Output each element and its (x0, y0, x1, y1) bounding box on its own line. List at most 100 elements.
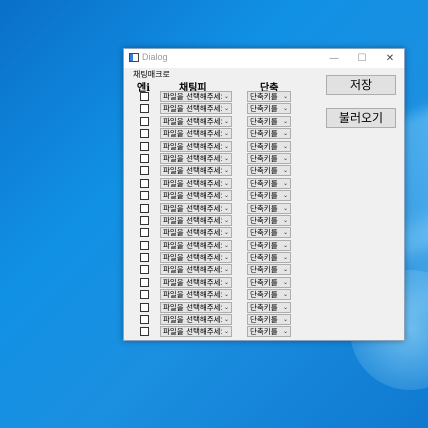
file-select[interactable]: 파일을 선택해주세요 ⌄ (160, 252, 232, 264)
file-select[interactable]: 파일을 선택해주세요 ⌄ (160, 190, 232, 202)
enable-checkbox[interactable] (140, 265, 149, 275)
file-select[interactable]: 파일을 선택해주세요 ⌄ (160, 177, 232, 189)
file-select[interactable]: 파일을 선택해주세요 ⌄ (160, 326, 232, 338)
chevron-down-icon: ⌄ (223, 204, 230, 212)
file-select-value: 파일을 선택해주세요 (163, 315, 222, 325)
file-select-value: 파일을 선택해주세요 (163, 277, 222, 287)
shortcut-select[interactable]: 단축키를 ⌄ (247, 264, 291, 276)
file-select[interactable]: 파일을 선택해주세요 ⌄ (160, 239, 232, 251)
chevron-down-icon: ⌄ (282, 105, 289, 113)
enable-checkbox[interactable] (140, 166, 149, 176)
shortcut-select[interactable]: 단축키를 ⌄ (247, 165, 291, 177)
file-select-value: 파일을 선택해주세요 (163, 178, 222, 188)
chevron-down-icon: ⌄ (282, 278, 289, 286)
shortcut-select-value: 단축키를 (250, 92, 278, 101)
enable-checkbox[interactable] (140, 104, 149, 114)
enable-checkbox[interactable] (140, 302, 149, 312)
enable-checkbox[interactable] (140, 215, 149, 225)
maximize-button[interactable]: ☐ (348, 49, 376, 68)
enable-checkbox[interactable] (140, 153, 149, 163)
load-button[interactable]: 불러오기 (326, 108, 396, 128)
file-select-value: 파일을 선택해주세요 (163, 228, 222, 238)
file-select[interactable]: 파일을 선택해주세요 ⌄ (160, 276, 232, 288)
file-select[interactable]: 파일을 선택해주세요 ⌄ (160, 214, 232, 226)
enable-checkbox[interactable] (140, 178, 149, 188)
shortcut-select[interactable]: 단축키를 ⌄ (247, 276, 291, 288)
shortcut-select[interactable]: 단축키를 ⌄ (247, 314, 291, 326)
file-select-value: 파일을 선택해주세요 (163, 327, 222, 337)
shortcut-select[interactable]: 단축키를 ⌄ (247, 115, 291, 127)
enable-checkbox[interactable] (140, 253, 149, 263)
file-select-value: 파일을 선택해주세요 (163, 290, 222, 300)
file-select-value: 파일을 선택해주세요 (163, 265, 222, 275)
file-select-value: 파일을 선택해주세요 (163, 203, 222, 213)
shortcut-select-value: 단축키를 (250, 178, 278, 188)
title-bar[interactable]: Dialog — ☐ ✕ (124, 49, 404, 68)
enable-checkbox[interactable] (140, 129, 149, 139)
shortcut-select[interactable]: 단축키를 ⌄ (247, 128, 291, 140)
shortcut-select-value: 단축키를 (250, 327, 278, 337)
file-select[interactable]: 파일을 선택해주세요 ⌄ (160, 128, 232, 140)
window-title: Dialog (142, 52, 168, 62)
shortcut-select[interactable]: 단축키를 ⌄ (247, 227, 291, 239)
chevron-down-icon: ⌄ (282, 167, 289, 175)
shortcut-select[interactable]: 단축키를 ⌄ (247, 91, 291, 102)
shortcut-select[interactable]: 단축키를 ⌄ (247, 252, 291, 264)
shortcut-select[interactable]: 단축키를 ⌄ (247, 289, 291, 301)
file-select[interactable]: 파일을 선택해주세요 ⌄ (160, 264, 232, 276)
file-select[interactable]: 파일을 선택해주세요 ⌄ (160, 103, 232, 115)
chevron-down-icon: ⌄ (223, 167, 230, 175)
file-select[interactable]: 파일을 선택해주세요 ⌄ (160, 227, 232, 239)
shortcut-select[interactable]: 단축키를 ⌄ (247, 326, 291, 338)
shortcut-select-value: 단축키를 (250, 240, 278, 250)
file-select[interactable]: 파일을 선택해주세요 ⌄ (160, 202, 232, 214)
enable-checkbox[interactable] (140, 290, 149, 300)
chevron-down-icon: ⌄ (282, 229, 289, 237)
shortcut-select-value: 단축키를 (250, 277, 278, 287)
chevron-down-icon: ⌄ (282, 179, 289, 187)
chevron-down-icon: ⌄ (282, 291, 289, 299)
shortcut-select[interactable]: 단축키를 ⌄ (247, 140, 291, 152)
enable-checkbox[interactable] (140, 228, 149, 238)
file-select[interactable]: 파일을 선택해주세요 ⌄ (160, 152, 232, 164)
shortcut-select[interactable]: 단축키를 ⌄ (247, 239, 291, 251)
chevron-down-icon: ⌄ (223, 291, 230, 299)
shortcut-select[interactable]: 단축키를 ⌄ (247, 103, 291, 115)
shortcut-select[interactable]: 단축키를 ⌄ (247, 214, 291, 226)
chevron-down-icon: ⌄ (282, 117, 289, 125)
shortcut-select-value: 단축키를 (250, 253, 278, 263)
enable-checkbox[interactable] (140, 240, 149, 250)
enable-checkbox[interactable] (140, 327, 149, 337)
shortcut-select[interactable]: 단축키를 ⌄ (247, 202, 291, 214)
shortcut-select-value: 단축키를 (250, 228, 278, 238)
enable-checkbox[interactable] (140, 141, 149, 151)
file-select-value: 파일을 선택해주세요 (163, 191, 222, 201)
file-select[interactable]: 파일을 선택해주세요 ⌄ (160, 165, 232, 177)
chevron-down-icon: ⌄ (223, 216, 230, 224)
close-button[interactable]: ✕ (376, 49, 404, 68)
chevron-down-icon: ⌄ (223, 117, 230, 125)
chevron-down-icon: ⌄ (223, 241, 230, 249)
file-select-value: 파일을 선택해주세요 (163, 240, 222, 250)
enable-checkbox[interactable] (140, 92, 149, 101)
shortcut-select[interactable]: 단축키를 ⌄ (247, 301, 291, 313)
file-select[interactable]: 파일을 선택해주세요 ⌄ (160, 115, 232, 127)
shortcut-select[interactable]: 단축키를 ⌄ (247, 190, 291, 202)
save-button[interactable]: 저장 (326, 75, 396, 95)
file-select[interactable]: 파일을 선택해주세요 ⌄ (160, 289, 232, 301)
file-select[interactable]: 파일을 선택해주세요 ⌄ (160, 314, 232, 326)
chevron-down-icon: ⌄ (282, 254, 289, 262)
enable-checkbox[interactable] (140, 315, 149, 325)
file-select[interactable]: 파일을 선택해주세요 ⌄ (160, 301, 232, 313)
minimize-button[interactable]: — (320, 49, 348, 68)
shortcut-select-value: 단축키를 (250, 104, 278, 114)
file-select[interactable]: 파일을 선택해주세요 ⌄ (160, 91, 232, 102)
chevron-down-icon: ⌄ (282, 303, 289, 311)
shortcut-select[interactable]: 단축키를 ⌄ (247, 152, 291, 164)
enable-checkbox[interactable] (140, 277, 149, 287)
enable-checkbox[interactable] (140, 191, 149, 201)
file-select[interactable]: 파일을 선택해주세요 ⌄ (160, 140, 232, 152)
shortcut-select[interactable]: 단축키를 ⌄ (247, 177, 291, 189)
enable-checkbox[interactable] (140, 203, 149, 213)
enable-checkbox[interactable] (140, 116, 149, 126)
